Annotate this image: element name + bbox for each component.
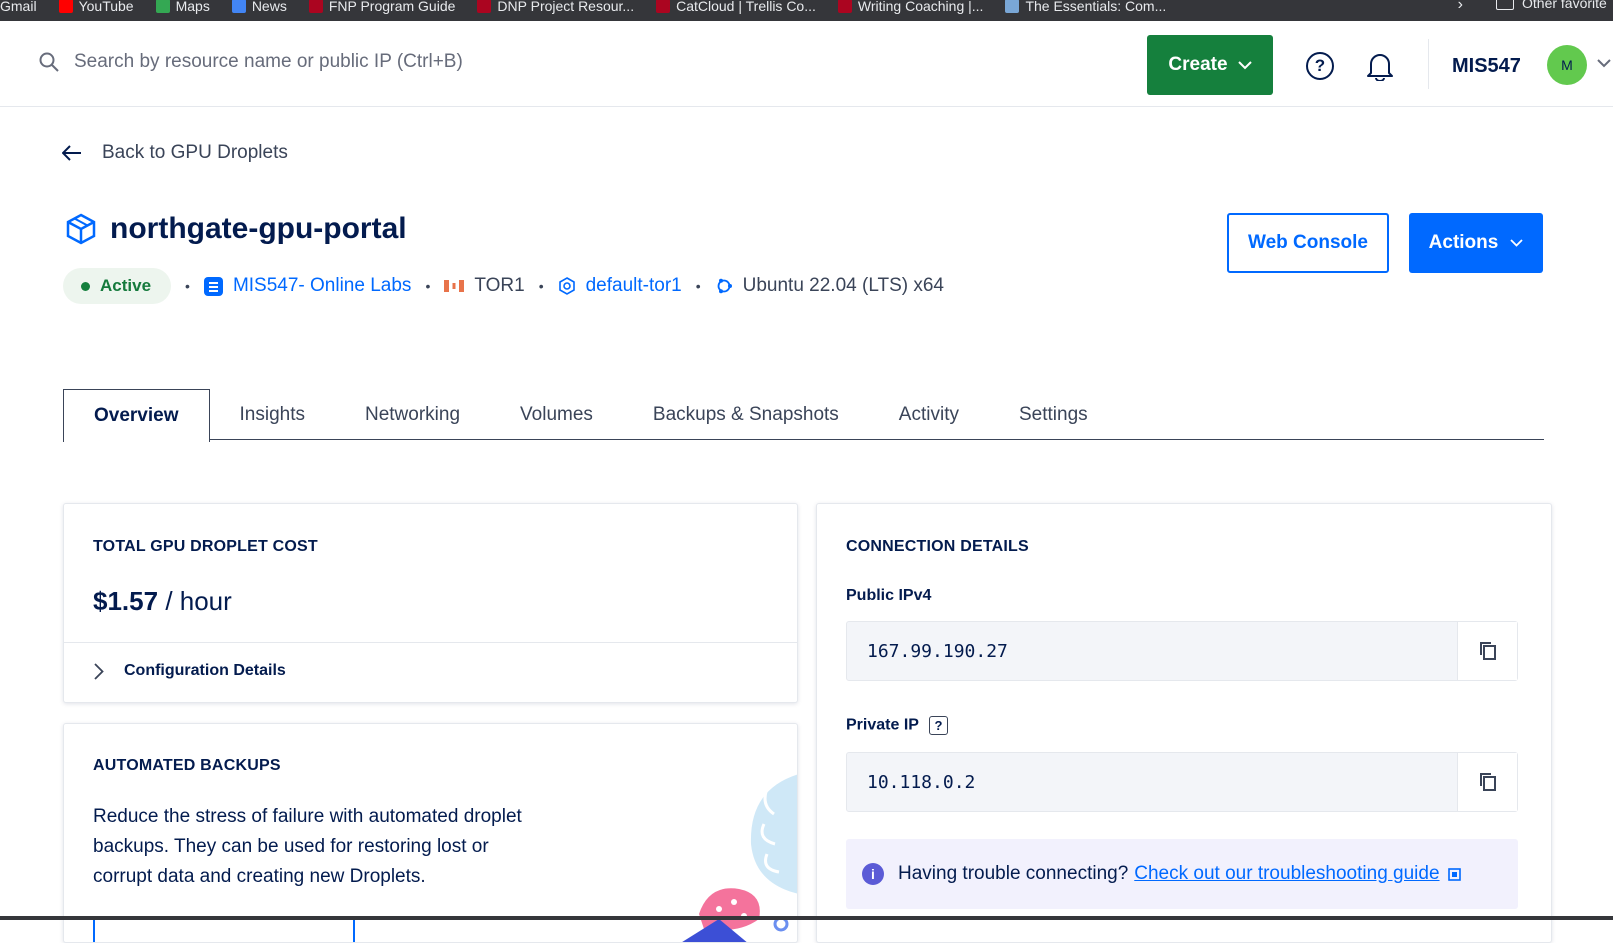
enable-backups-button[interactable] — [93, 916, 355, 942]
web-console-button[interactable]: Web Console — [1227, 213, 1389, 273]
connection-details-card: CONNECTION DETAILS Public IPv4 167.99.19… — [816, 503, 1552, 943]
copy-icon — [1479, 773, 1496, 791]
public-ip-field: 167.99.190.27 — [846, 621, 1518, 681]
page-title: northgate-gpu-portal — [110, 212, 407, 245]
bookmark-item[interactable]: Gmail — [0, 0, 37, 14]
tab-overview[interactable]: Overview — [63, 389, 210, 442]
actions-button[interactable]: Actions — [1409, 213, 1543, 273]
cost-value: $1.57 / hour — [93, 586, 232, 616]
divider — [1428, 39, 1429, 89]
bookmark-label: CatCloud | Trellis Co... — [676, 0, 816, 14]
vpc-icon — [558, 277, 575, 295]
arrow-left-icon — [62, 145, 81, 161]
bookmark-item[interactable]: Writing Coaching |... — [837, 0, 984, 14]
bookmark-favicon-icon — [308, 0, 323, 13]
backups-description: Reduce the stress of failure with automa… — [93, 806, 522, 887]
tab-activity[interactable]: Activity — [869, 389, 989, 440]
os-image: Ubuntu 22.04 (LTS) x64 — [715, 275, 944, 297]
tab-networking[interactable]: Networking — [335, 389, 490, 440]
bookmark-favicon-icon — [155, 0, 170, 13]
more-bookmarks-icon[interactable]: › — [1458, 0, 1463, 14]
copy-public-ip-button[interactable] — [1457, 622, 1517, 680]
bookmarks-bar: Gmail YouTube Maps News FNP Program Guide DNP… — [0, 0, 1613, 21]
cost-card-heading: TOTAL GPU DROPLET COST — [93, 538, 318, 555]
search-input[interactable]: Search by resource name or public IP (Ct… — [38, 51, 463, 73]
backups-illustration — [682, 774, 797, 942]
chevron-right-icon — [94, 662, 104, 680]
other-favorites[interactable]: Other favorite — [1496, 0, 1607, 11]
bookmark-favicon-icon — [656, 0, 671, 13]
project-link[interactable]: MIS547- Online Labs — [203, 275, 411, 297]
bookmark-label: FNP Program Guide — [328, 0, 456, 14]
bookmark-item[interactable]: The Essentials: Com... — [1005, 0, 1166, 14]
external-link-icon — [1447, 868, 1461, 881]
canada-flag-icon — [444, 280, 465, 292]
bookmark-favicon-icon — [837, 0, 852, 13]
copy-icon — [1479, 642, 1496, 660]
bookmark-item[interactable]: FNP Program Guide — [308, 0, 456, 14]
top-bar: Search by resource name or public IP (Ct… — [0, 21, 1613, 107]
tab-volumes[interactable]: Volumes — [490, 389, 623, 440]
connection-heading: CONNECTION DETAILS — [846, 538, 1029, 555]
bookmark-label: DNP Project Resour... — [497, 0, 635, 14]
chevron-down-icon[interactable] — [1597, 59, 1611, 68]
bookmark-label: The Essentials: Com... — [1025, 0, 1167, 14]
chevron-down-icon — [1237, 60, 1252, 69]
bookmark-favicon-icon — [477, 0, 492, 13]
back-link[interactable]: Back to GPU Droplets — [62, 142, 288, 164]
backups-card: AUTOMATED BACKUPS Reduce the stress of f… — [63, 723, 798, 943]
bookmark-label: Gmail — [0, 0, 37, 14]
region: TOR1 — [444, 275, 525, 297]
public-ip-label: Public IPv4 — [846, 587, 932, 604]
status-dot-icon — [81, 281, 90, 291]
search-icon — [39, 52, 59, 72]
bookmark-item[interactable]: CatCloud | Trellis Co... — [656, 0, 816, 14]
copy-private-ip-button[interactable] — [1457, 753, 1517, 811]
bookmark-favicon-icon — [231, 0, 246, 13]
search-placeholder: Search by resource name or public IP (Ct… — [74, 51, 463, 72]
project-icon — [203, 276, 223, 296]
private-ip-value[interactable]: 10.118.0.2 — [847, 772, 1457, 793]
bookmark-label: YouTube — [78, 0, 134, 14]
bookmark-item[interactable]: DNP Project Resour... — [477, 0, 634, 14]
bookmark-favicon-icon — [1005, 0, 1020, 13]
tab-insights[interactable]: Insights — [210, 389, 335, 440]
create-button[interactable]: Create — [1147, 35, 1273, 95]
troubleshooting-notice: i Having trouble connecting? Check out o… — [846, 839, 1518, 909]
private-ip-label: Private IP? — [846, 716, 948, 735]
droplet-meta: Active • MIS547- Online Labs • TOR1 • de… — [63, 268, 944, 304]
bookmark-label: Maps — [175, 0, 210, 14]
troubleshooting-guide-link[interactable]: Check out our troubleshooting guide — [1134, 863, 1461, 885]
account-name[interactable]: MIS547 — [1452, 55, 1521, 78]
backups-card-heading: AUTOMATED BACKUPS — [93, 757, 281, 774]
public-ip-value[interactable]: 167.99.190.27 — [847, 641, 1457, 662]
private-ip-field: 10.118.0.2 — [846, 752, 1518, 812]
bookmark-item[interactable]: News — [231, 0, 287, 14]
bookmark-item[interactable]: Maps — [155, 0, 210, 14]
folder-icon — [1496, 0, 1514, 10]
status-badge: Active — [63, 268, 172, 304]
tab-backups-snapshots[interactable]: Backups & Snapshots — [623, 389, 869, 440]
tab-bar: Overview Insights Networking Volumes Bac… — [63, 389, 1544, 442]
droplet-cube-icon — [66, 213, 96, 245]
bell-icon[interactable] — [1366, 51, 1394, 81]
chevron-down-icon — [1510, 239, 1523, 247]
configuration-details-toggle[interactable]: Configuration Details — [94, 662, 286, 680]
help-tooltip-icon[interactable]: ? — [928, 716, 948, 735]
bookmark-label: Writing Coaching |... — [857, 0, 984, 14]
info-icon: i — [862, 863, 884, 885]
avatar[interactable]: M — [1547, 45, 1587, 85]
cost-card: TOTAL GPU DROPLET COST $1.57 / hour Conf… — [63, 503, 798, 703]
tab-settings[interactable]: Settings — [989, 389, 1118, 440]
bookmark-favicon-icon — [58, 0, 73, 13]
vpc-link[interactable]: default-tor1 — [558, 275, 682, 297]
taskbar-edge — [0, 916, 1613, 920]
bookmark-label: News — [251, 0, 287, 14]
help-icon[interactable]: ? — [1306, 52, 1334, 80]
droplet-header: northgate-gpu-portal — [66, 212, 407, 246]
bookmark-item[interactable]: YouTube — [58, 0, 134, 14]
ubuntu-icon — [717, 278, 732, 294]
